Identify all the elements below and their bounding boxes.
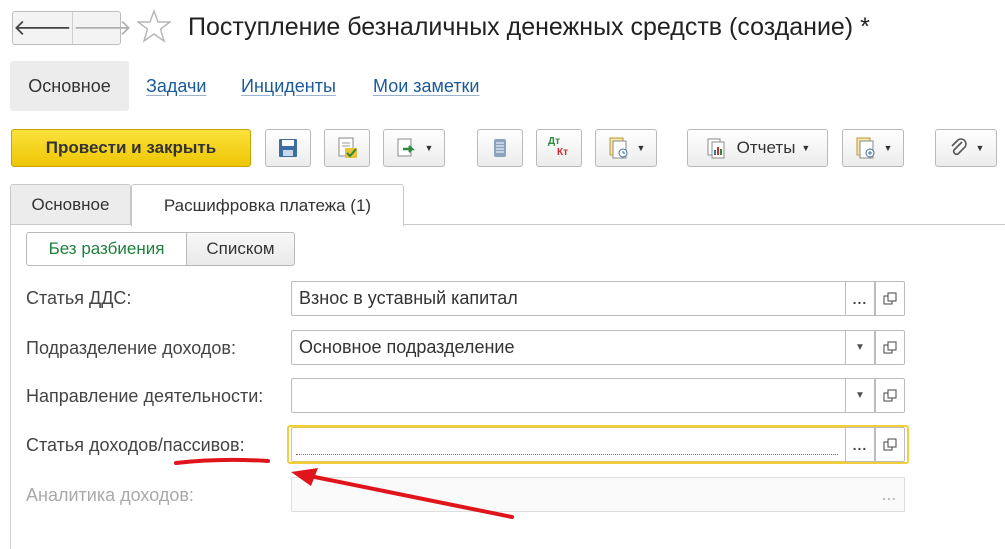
post-and-close-button[interactable]: Провести и закрыть [11, 129, 251, 167]
annotation-underline [174, 457, 270, 465]
chevron-down-icon: ▼ [855, 342, 865, 353]
reports-icon [707, 138, 725, 159]
open-window-icon [883, 438, 897, 450]
income-department-dropdown-button[interactable]: ▼ [845, 330, 875, 365]
activity-direction-field[interactable] [291, 378, 846, 413]
documents-button[interactable]: ▼ [595, 129, 657, 167]
create-based-on-button[interactable]: ▼ [383, 129, 445, 167]
documents-icon [609, 137, 628, 159]
income-analytics-select-button: ... [875, 477, 905, 512]
reports-label: Отчеты [736, 138, 796, 157]
income-article-select-button[interactable]: ... [845, 427, 875, 462]
open-window-icon [883, 389, 897, 401]
ellipsis-icon: ... [852, 290, 868, 307]
dds-article-label: Статья ДДС: [26, 288, 132, 308]
page-title: Поступление безналичных денежных средств… [188, 13, 870, 41]
kt-label: Кт [557, 147, 569, 158]
panel-border [10, 224, 11, 549]
tab-divider-gap [132, 224, 403, 225]
journal-icon [494, 139, 506, 157]
save-icon [279, 139, 297, 157]
required-field-marker [296, 454, 838, 455]
tab-payment-details[interactable]: Расшифровка платежа (1) [131, 184, 404, 226]
income-analytics-label: Аналитика доходов: [26, 485, 194, 505]
section-link-incidents[interactable]: Инциденты [241, 76, 336, 97]
reports-button[interactable]: Отчеты ▼ [687, 129, 828, 167]
post-button[interactable] [324, 129, 370, 167]
dt-kt-button[interactable]: Дт Кт [536, 129, 582, 167]
dt-kt-icon: Дт Кт [546, 136, 572, 160]
dds-article-field[interactable]: Взнос в уставный капитал [291, 281, 846, 316]
section-link-notes[interactable]: Мои заметки [373, 76, 480, 97]
activity-direction-dropdown-button[interactable]: ▼ [845, 378, 875, 413]
arrow-right-icon: 🡒 [73, 15, 132, 40]
income-article-label: Статья доходов/пассивов: [26, 435, 245, 455]
print-button[interactable]: ▼ [842, 129, 904, 167]
ellipsis-icon: ... [852, 436, 868, 453]
history-nav: 🡐 🡒 [12, 11, 132, 45]
section-main[interactable]: Основное [10, 61, 129, 111]
dds-article-select-button[interactable]: ... [845, 281, 875, 316]
chevron-down-icon: ▼ [855, 390, 865, 401]
open-window-icon [883, 341, 897, 353]
income-analytics-field [291, 477, 876, 512]
chevron-down-icon: ▼ [636, 143, 646, 153]
section-link-tasks[interactable]: Задачи [146, 76, 206, 97]
open-window-icon [883, 292, 897, 304]
forward-button[interactable]: 🡒 [72, 12, 132, 44]
save-button[interactable] [265, 129, 311, 167]
activity-direction-open-button[interactable] [875, 378, 905, 413]
arrow-left-icon: 🡐 [13, 15, 72, 40]
income-article-field[interactable] [291, 427, 846, 462]
attach-button[interactable]: ▼ [935, 129, 997, 167]
tab-main[interactable]: Основное [10, 184, 131, 225]
attach-icon [950, 138, 967, 156]
dds-article-open-button[interactable] [875, 281, 905, 316]
post-icon [338, 137, 357, 158]
chevron-down-icon: ▼ [424, 143, 434, 153]
dt-label: Дт [548, 136, 561, 147]
mode-single-button[interactable]: Без разбиения [26, 232, 187, 266]
income-department-field[interactable]: Основное подразделение [291, 330, 846, 365]
income-department-label: Подразделение доходов: [26, 338, 236, 358]
print-icon [856, 137, 875, 159]
income-department-open-button[interactable] [875, 330, 905, 365]
back-button[interactable]: 🡐 [13, 12, 72, 44]
mode-list-button[interactable]: Списком [186, 232, 295, 266]
journal-button[interactable] [477, 129, 523, 167]
star-icon[interactable] [137, 9, 171, 43]
chevron-down-icon: ▼ [883, 143, 893, 153]
create-based-icon [397, 138, 415, 157]
activity-direction-label: Направление деятельности: [26, 386, 264, 406]
chevron-down-icon: ▼ [801, 143, 811, 153]
income-article-open-button[interactable] [875, 427, 905, 462]
ellipsis-icon: ... [882, 486, 897, 503]
chevron-down-icon: ▼ [975, 143, 985, 153]
